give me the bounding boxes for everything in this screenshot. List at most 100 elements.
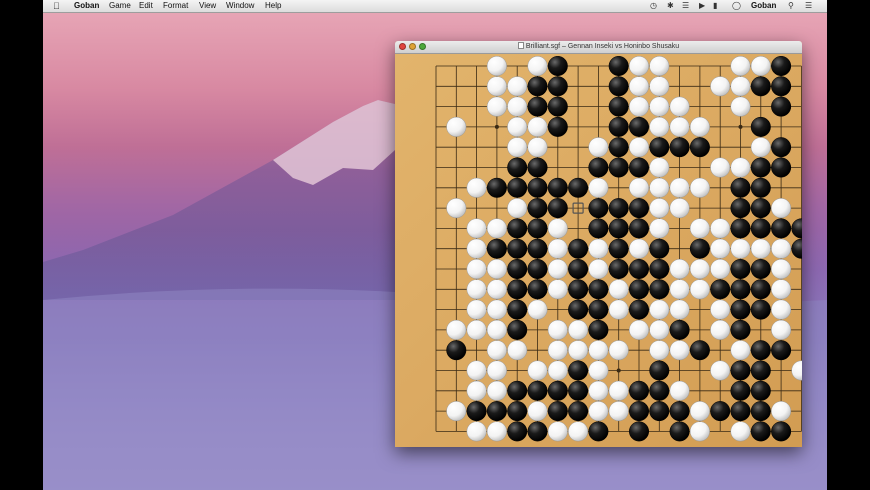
black-stone — [750, 421, 771, 442]
black-stone — [649, 137, 670, 158]
black-stone — [629, 421, 649, 442]
bluetooth-icon[interactable]: ✱ — [667, 1, 674, 11]
black-stone — [588, 319, 609, 340]
white-stone — [689, 116, 710, 137]
black-stone — [649, 360, 670, 381]
white-stone — [446, 198, 467, 219]
go-board[interactable] — [395, 54, 802, 447]
black-stone — [608, 116, 629, 137]
white-stone — [608, 380, 629, 401]
white-stone — [710, 157, 731, 178]
black-stone — [771, 137, 792, 158]
black-stone — [649, 279, 670, 300]
white-stone — [486, 360, 507, 381]
black-stone — [608, 137, 629, 158]
black-stone — [629, 198, 649, 219]
white-stone — [771, 259, 792, 279]
white-stone — [750, 137, 771, 158]
black-stone — [730, 279, 751, 300]
white-stone — [588, 177, 609, 198]
volume-icon[interactable]: ▶ — [699, 1, 705, 11]
black-stone — [547, 116, 568, 137]
white-stone — [710, 299, 731, 320]
white-stone — [507, 340, 528, 361]
black-stone — [588, 157, 609, 178]
time-machine-icon[interactable]: ◷ — [650, 1, 657, 11]
white-stone — [669, 340, 690, 361]
black-stone — [466, 401, 487, 422]
white-stone — [547, 218, 568, 239]
white-stone — [649, 116, 670, 137]
white-stone — [446, 401, 467, 422]
black-stone — [608, 157, 629, 178]
white-stone — [771, 198, 792, 219]
white-stone — [466, 238, 487, 259]
black-stone — [507, 157, 528, 178]
white-stone — [608, 340, 629, 361]
menu-format[interactable]: Format — [163, 0, 188, 12]
menu-edit[interactable]: Edit — [139, 0, 153, 12]
white-stone — [446, 116, 467, 137]
wifi-icon[interactable]: ☰ — [682, 1, 689, 11]
sgf-document-icon — [517, 42, 524, 49]
white-stone — [547, 360, 568, 381]
white-stone — [689, 401, 710, 422]
white-stone — [486, 340, 507, 361]
white-stone — [629, 238, 649, 259]
white-stone — [649, 177, 670, 198]
black-stone — [507, 299, 528, 320]
white-stone — [710, 319, 731, 340]
white-stone — [507, 96, 528, 117]
user-menu[interactable]: Goban — [751, 0, 776, 12]
white-stone — [710, 238, 731, 259]
white-stone — [608, 299, 629, 320]
black-stone — [730, 401, 751, 422]
menu-view[interactable]: View — [199, 0, 216, 12]
black-stone — [507, 319, 528, 340]
menu-help[interactable]: Help — [265, 0, 281, 12]
app-menu[interactable]: Goban — [74, 0, 99, 12]
menu-game[interactable]: Game — [109, 0, 131, 12]
white-stone — [730, 340, 751, 361]
white-stone — [486, 421, 507, 442]
black-stone — [507, 238, 528, 259]
white-stone — [568, 319, 589, 340]
white-stone — [689, 177, 710, 198]
black-stone — [507, 401, 528, 422]
black-stone — [730, 218, 751, 239]
white-stone — [588, 137, 609, 158]
clock-icon[interactable]: ◯ — [732, 1, 741, 11]
black-stone — [527, 218, 548, 239]
white-stone — [771, 279, 792, 300]
black-stone — [750, 76, 771, 97]
black-stone — [507, 380, 528, 401]
white-stone — [507, 137, 528, 158]
black-stone — [750, 340, 771, 361]
apple-logo-icon[interactable]:  — [53, 0, 60, 12]
black-stone — [547, 76, 568, 97]
black-stone — [730, 198, 751, 219]
white-stone — [771, 319, 792, 340]
white-stone — [730, 421, 751, 442]
spotlight-icon[interactable]: ⚲ — [788, 1, 794, 11]
black-stone — [507, 177, 528, 198]
window-titlebar[interactable]: Brilliant.sgf – Gennan Inseki vs Honinbo… — [395, 41, 802, 54]
menu-window[interactable]: Window — [226, 0, 254, 12]
notification-center-icon[interactable]: ☰ — [805, 1, 812, 11]
black-stone — [730, 319, 751, 340]
black-stone — [730, 177, 751, 198]
battery-icon[interactable]: ▮ — [713, 1, 717, 11]
black-stone — [750, 177, 771, 198]
black-stone — [547, 401, 568, 422]
black-stone — [771, 218, 792, 239]
white-stone — [629, 177, 649, 198]
white-stone — [588, 340, 609, 361]
black-stone — [446, 340, 467, 361]
white-stone — [486, 96, 507, 117]
black-stone — [527, 279, 548, 300]
white-stone — [486, 259, 507, 279]
black-stone — [547, 56, 568, 76]
black-stone — [629, 401, 649, 422]
black-stone — [486, 238, 507, 259]
black-stone — [750, 380, 771, 401]
